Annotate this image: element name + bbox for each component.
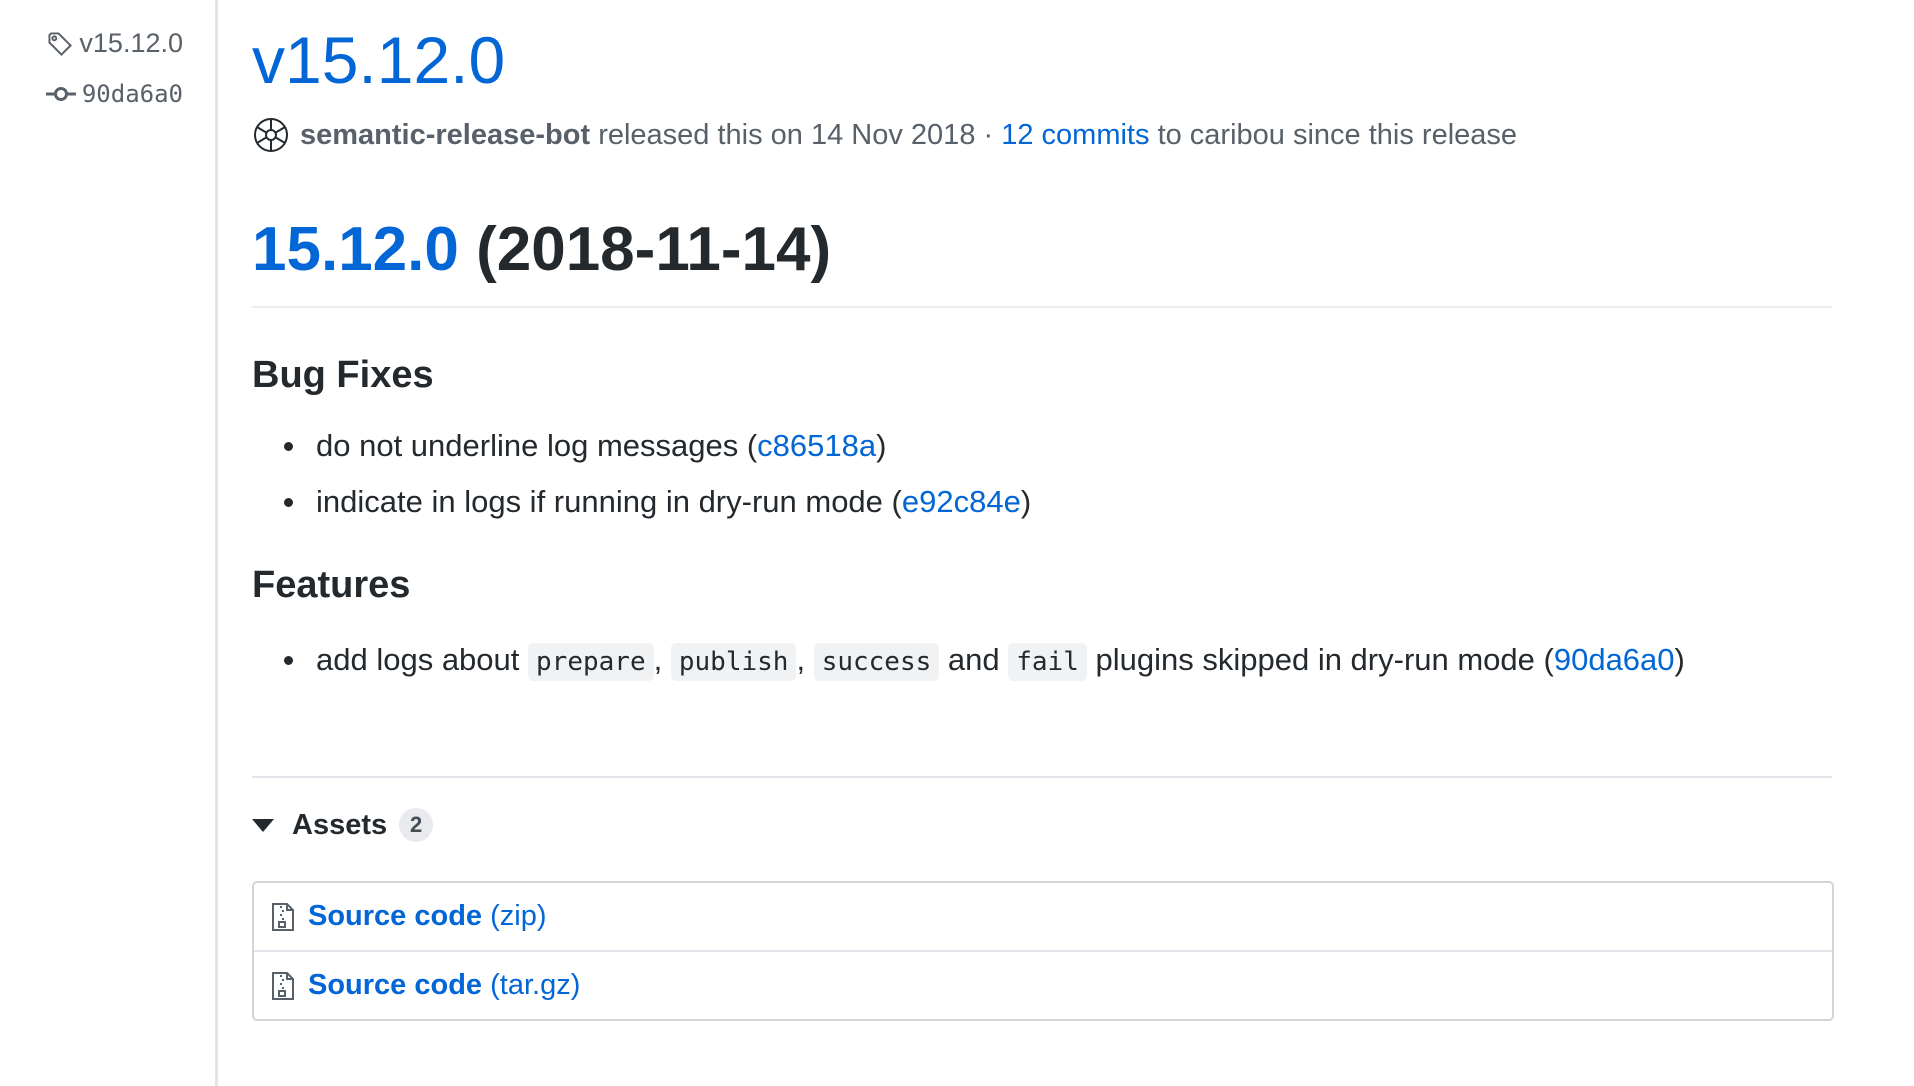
bugfix-heading: Bug Fixes [252, 354, 434, 396]
list-item-text: indicate in logs if running in dry-run m… [316, 484, 902, 519]
release-sidebar: v15.12.0 90da6a0 [0, 0, 215, 1086]
commit-link[interactable]: 90da6a0 [82, 80, 183, 108]
file-zip-icon [272, 971, 294, 1000]
assets-divider [252, 776, 1832, 778]
release-meta: semantic-release-bot released this on 14… [252, 116, 1517, 154]
asset-ext: (tar.gz) [490, 969, 581, 1001]
list-item: add logs about prepare, publish, success… [284, 632, 1832, 690]
separator: , [796, 642, 806, 677]
commit-link-row[interactable]: 90da6a0 [45, 80, 183, 108]
version-compare-link[interactable]: 15.12.0 [252, 215, 459, 284]
released-text: released this on 14 Nov 2018 · [598, 118, 994, 151]
since-text: to caribou since this release [1157, 118, 1518, 151]
git-commit-icon [45, 85, 76, 103]
list-item-close: ) [1674, 642, 1685, 677]
list-item-text: plugins skipped in dry-run mode ( [1095, 642, 1554, 677]
author-link[interactable]: semantic-release-bot [300, 119, 590, 152]
avatar[interactable] [252, 116, 290, 154]
asset-name: Source code [308, 900, 483, 932]
asset-ext: (zip) [490, 900, 547, 932]
asset-row[interactable]: Source code (zip) [254, 883, 1832, 950]
code-prepare: prepare [528, 643, 654, 681]
source-code-zip-link[interactable]: Source code (zip) [308, 900, 547, 933]
list-item-close: ) [876, 428, 887, 463]
asset-name: Source code [308, 969, 483, 1001]
source-code-targz-link[interactable]: Source code (tar.gz) [308, 969, 580, 1002]
version-heading: 15.12.0 (2018-11-14) [252, 200, 1832, 308]
sidebar-divider [215, 0, 218, 1086]
commit-hash-link[interactable]: c86518a [757, 428, 876, 463]
list-item-close: ) [1020, 484, 1032, 519]
code-success: success [813, 643, 940, 681]
list-item: indicate in logs if running in dry-run m… [284, 474, 1832, 530]
separator: , [653, 642, 663, 677]
features-heading: Features [252, 564, 411, 606]
version-date: (2018-11-14) [476, 215, 832, 284]
tag-link-row[interactable]: v15.12.0 [47, 28, 183, 59]
list-item: do not underline log messages (c86518a) [284, 418, 1832, 474]
caret-down-icon [252, 818, 274, 832]
list-item-text: do not underline log messages ( [316, 428, 758, 463]
commit-hash-link[interactable]: e92c84e [902, 484, 1021, 519]
bugfix-list: do not underline log messages (c86518a) … [252, 418, 1832, 530]
assets-toggle[interactable]: Assets 2 [252, 808, 434, 842]
commits-since-link[interactable]: 12 commits [1001, 119, 1149, 152]
file-zip-icon [272, 902, 294, 931]
code-publish: publish [670, 643, 797, 681]
assets-count-badge: 2 [399, 808, 434, 842]
asset-row[interactable]: Source code (tar.gz) [254, 950, 1832, 1019]
list-item-text: add logs about [316, 642, 520, 677]
code-fail: fail [1008, 643, 1087, 681]
release-notes: 15.12.0 (2018-11-14) Bug Fixes do not un… [252, 200, 1832, 690]
assets-list: Source code (zip) Source code (tar.gz) [252, 881, 1834, 1021]
tag-icon [47, 31, 73, 57]
release-page: v15.12.0 90da6a0 v15.12.0 semantic-relea… [0, 0, 1914, 1086]
release-title: v15.12.0 [252, 22, 505, 98]
conjunction: and [947, 642, 1000, 677]
commit-hash-link[interactable]: 90da6a0 [1554, 642, 1675, 677]
tag-link[interactable]: v15.12.0 [79, 28, 183, 59]
features-list: add logs about prepare, publish, success… [252, 632, 1832, 690]
assets-label: Assets [292, 808, 388, 841]
release-title-link[interactable]: v15.12.0 [252, 23, 505, 97]
